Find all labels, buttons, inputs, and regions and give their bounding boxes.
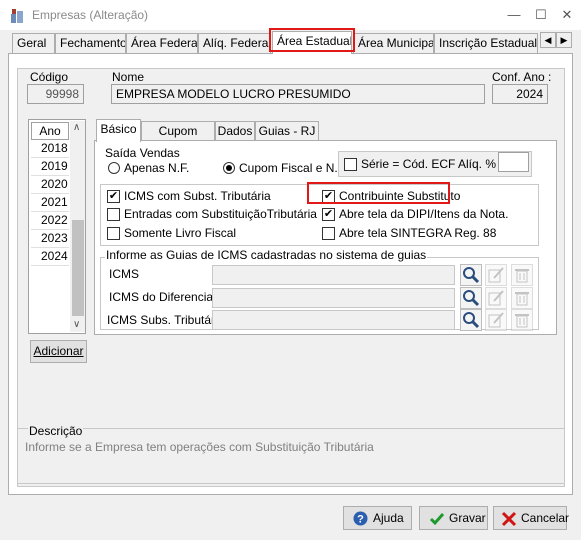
check-icon [429,513,445,526]
trash-icon [515,314,529,328]
search-icon [463,312,480,329]
svg-text:?: ? [357,514,364,526]
scroll-down-icon[interactable]: ∨ [73,319,80,330]
list-item[interactable]: 2021 [31,194,69,212]
search-icon [463,290,480,307]
abre-dipi-checkbox[interactable]: ✔ [322,208,335,221]
contribuinte-substituto-label: Contribuinte Substituto [339,189,461,203]
cancelar-label: Cancelar [521,511,570,525]
search-icon [463,267,480,284]
sub-tabs: Básico Cupom Fiscal Dados Guias - RJ [96,119,396,156]
cancelar-button[interactable]: Cancelar [493,506,570,530]
somente-livro-label: Somente Livro Fiscal [124,226,237,240]
tab-area-federal[interactable]: Área Federal [126,33,198,53]
cancel-x-icon [501,511,517,527]
guia-icms-st-label: ICMS Subs. Tributária [107,313,225,327]
list-item[interactable]: 2024 [31,248,69,266]
window-title: Empresas (Alteração) [32,8,149,22]
entradas-subst-checkbox[interactable] [107,208,120,221]
list-item[interactable]: 2023 [31,230,69,248]
serie-checkbox[interactable] [344,158,357,171]
apenas-nf-radio[interactable] [108,162,120,174]
scroll-thumb[interactable] [72,220,84,316]
apenas-nf-label: Apenas N.F. [124,161,190,175]
saida-vendas-legend: Saída Vendas [105,146,180,160]
adicionar-button[interactable]: Adicionar [30,340,87,363]
tab-scroll-right-button[interactable]: ▶ [556,32,572,48]
gravar-label: Gravar [449,511,486,525]
ajuda-label: Ajuda [373,511,404,525]
nome-label: Nome [112,70,145,84]
guia-icms-label: ICMS [109,267,139,281]
edit-icon [488,290,504,306]
search-button[interactable] [460,309,482,331]
abre-sintegra-checkbox[interactable] [322,227,335,240]
conf-ano-field[interactable]: 2024 [492,84,548,104]
guia-icms-diferencial-field[interactable] [212,288,455,308]
minimize-button[interactable]: — [500,5,528,25]
ano-list[interactable]: Ano 2018 2019 2020 2021 2022 2023 2024 ∧… [28,119,86,334]
cupom-fiscal-nf-label: Cupom Fiscal e N.F. [239,161,348,175]
subtab-guias-rj[interactable]: Guias - RJ [255,121,319,141]
edit-button[interactable] [485,264,507,286]
scroll-up-icon[interactable]: ∧ [73,122,80,133]
app-icon [11,9,23,23]
guias-legend: Informe as Guias de ICMS cadastradas no … [105,248,428,262]
ajuda-button[interactable]: ? Ajuda [343,506,412,530]
tab-area-municipal[interactable]: Área Municipal [353,33,434,53]
tab-geral[interactable]: Geral [12,33,55,53]
guia-icms-field[interactable] [212,265,455,285]
edit-icon [488,312,504,328]
title-bar: Empresas (Alteração) — ☐ ✕ [0,0,581,30]
icms-subst-label: ICMS com Subst. Tributária [124,189,271,203]
contribuinte-substituto-checkbox[interactable]: ✔ [322,190,335,203]
ano-list-header: Ano [31,122,69,140]
descricao-text: Informe se a Empresa tem operações com S… [25,440,374,454]
main-tabs: Geral Fechamento Área Federal Alíq. Fede… [8,31,573,54]
help-icon: ? [353,511,368,526]
list-item[interactable]: 2020 [31,176,69,194]
conf-ano-label: Conf. Ano : [492,70,552,84]
list-item[interactable]: 2019 [31,158,69,176]
edit-button[interactable] [485,287,507,309]
entradas-subst-label: Entradas com SubstituiçãoTributária [124,207,317,221]
tab-area-estadual[interactable]: Área Estadual [272,31,352,54]
codigo-field[interactable]: 99998 [27,84,84,104]
subtab-dados[interactable]: Dados [215,121,255,141]
icms-subst-checkbox[interactable]: ✔ [107,190,120,203]
delete-button[interactable] [511,264,533,286]
tab-inscricao-estadual[interactable]: Inscrição Estadual S [434,33,538,53]
search-button[interactable] [460,264,482,286]
search-button[interactable] [460,287,482,309]
abre-dipi-label: Abre tela da DIPI/Itens da Nota. [339,207,509,221]
aliq-input[interactable] [498,152,529,172]
trash-icon [515,269,529,283]
abre-sintegra-label: Abre tela SINTEGRA Reg. 88 [339,226,497,240]
cupom-fiscal-nf-radio[interactable] [223,162,235,174]
list-item[interactable]: 2022 [31,212,69,230]
descricao-label: Descrição [28,424,84,438]
subtab-cupom-fiscal[interactable]: Cupom Fiscal [141,121,215,156]
somente-livro-checkbox[interactable] [107,227,120,240]
edit-icon [488,267,504,283]
gravar-button[interactable]: Gravar [419,506,488,530]
tab-fechamento[interactable]: Fechamento [55,33,126,53]
serie-label: Série = Cód. ECF [361,157,456,171]
codigo-label: Código [30,70,69,84]
aliq-label: Alíq. % [458,157,497,171]
trash-icon [515,292,529,306]
nome-field[interactable]: EMPRESA MODELO LUCRO PRESUMIDO [111,84,485,104]
tab-scroll-left-button[interactable]: ◀ [540,32,556,48]
maximize-button[interactable]: ☐ [527,5,555,25]
close-button[interactable]: ✕ [553,5,581,25]
tab-aliq-federais[interactable]: Alíq. Federais [198,33,271,53]
list-item[interactable]: 2018 [31,140,69,158]
guia-icms-st-field[interactable] [212,310,455,330]
delete-button[interactable] [511,287,533,309]
delete-button[interactable] [511,309,533,331]
edit-button[interactable] [485,309,507,331]
guia-icms-diferencial-label: ICMS do Diferencial [109,290,216,304]
subtab-basico[interactable]: Básico [96,119,141,142]
descricao-box [17,428,565,484]
